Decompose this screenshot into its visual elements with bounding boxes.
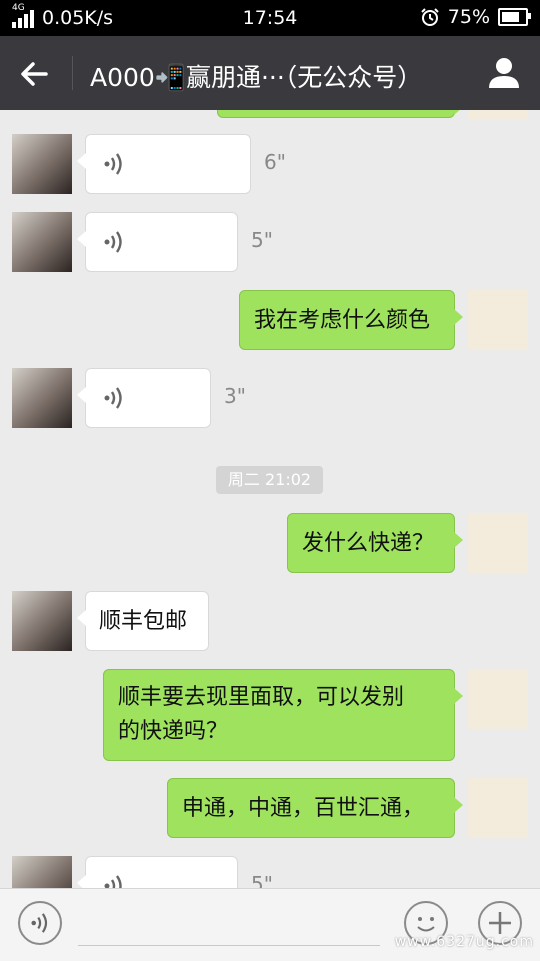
message-text-line: 的快递吗？: [118, 719, 229, 744]
time-separator: 周二 21:02: [216, 466, 323, 494]
voice-message[interactable]: [77, 368, 211, 428]
contact-avatar[interactable]: [12, 368, 72, 428]
contact-avatar[interactable]: [12, 212, 72, 272]
voice-wave-icon: [104, 387, 122, 409]
message-text: 申通，中通，百世汇通，: [182, 796, 425, 821]
message-bubble-sent[interactable]: 申通，中通，百世汇通，: [167, 778, 463, 838]
message-bubble-sent[interactable]: 顺丰要去现里面取，可以发别 的快递吗？: [103, 669, 463, 761]
voice-wave-icon: [104, 875, 122, 888]
message-text: 顺丰包邮: [99, 609, 188, 634]
my-avatar[interactable]: [468, 290, 528, 350]
message-bubble-received[interactable]: 顺丰包邮: [77, 591, 209, 651]
voice-duration: 6": [264, 150, 286, 174]
battery-percent: 75%: [447, 6, 490, 28]
alarm-icon: [421, 8, 439, 26]
message-text: 发什么快递？: [302, 531, 435, 556]
message-list[interactable]: 6" 5" 我在考虑什么颜色 3" 周二 21:02 发什么快递？ 顺丰包邮 顺: [0, 110, 540, 888]
voice-duration: 5": [251, 228, 273, 252]
my-avatar[interactable]: [468, 513, 528, 573]
my-avatar[interactable]: [468, 110, 528, 120]
voice-input-button[interactable]: [18, 901, 62, 945]
message-text: 我在考虑什么颜色: [254, 308, 431, 333]
voice-message[interactable]: [77, 856, 238, 888]
input-bar: [0, 888, 540, 961]
voice-message[interactable]: [77, 134, 251, 194]
message-input[interactable]: [78, 945, 380, 946]
battery-icon: [498, 8, 531, 26]
header-divider: [72, 56, 73, 90]
battery-fill: [502, 12, 519, 22]
voice-message[interactable]: [77, 212, 238, 272]
contact-avatar[interactable]: [12, 856, 72, 888]
voice-wave-icon: [104, 231, 122, 253]
voice-duration: 3": [224, 384, 246, 408]
back-arrow-icon[interactable]: [16, 56, 52, 92]
status-bar: 4G 0.05K/s 17:54 75%: [0, 0, 540, 36]
chat-header: A000📲赢朋通···（无公众号）: [0, 36, 540, 110]
message-bubble-sent-partial[interactable]: [217, 110, 463, 118]
contact-avatar[interactable]: [12, 591, 72, 651]
voice-wave-icon: [31, 913, 48, 933]
message-text-line: 顺丰要去现里面取，可以发别: [118, 685, 405, 710]
voice-duration: 5": [251, 872, 273, 888]
contact-avatar[interactable]: [12, 134, 72, 194]
watermark: www.6327ug.com: [394, 934, 534, 950]
my-avatar[interactable]: [468, 669, 528, 729]
contact-profile-icon[interactable]: [486, 54, 522, 90]
my-avatar[interactable]: [468, 778, 528, 838]
message-bubble-sent[interactable]: 发什么快递？: [287, 513, 463, 573]
voice-wave-icon: [104, 153, 122, 175]
message-bubble-sent[interactable]: 我在考虑什么颜色: [239, 290, 463, 350]
chat-title: A000📲赢朋通···（无公众号）: [90, 63, 423, 92]
